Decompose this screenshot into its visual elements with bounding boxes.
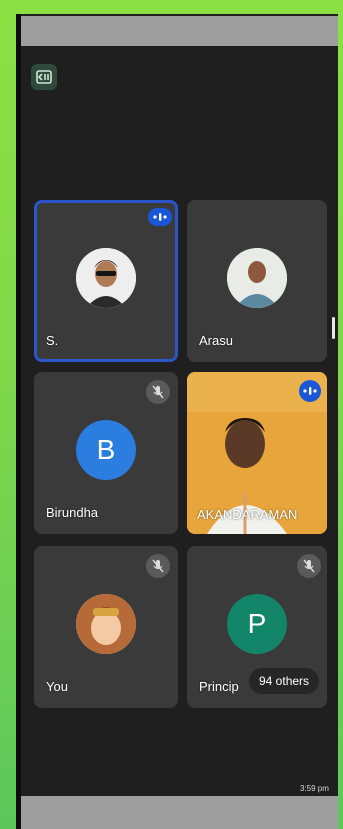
participant-name: S.: [46, 333, 59, 348]
participant-name: Arasu: [199, 333, 233, 348]
muted-indicator: [146, 554, 170, 578]
screen-edge: [16, 14, 21, 829]
participant-name: AKANDARAMAN: [197, 507, 298, 522]
muted-indicator: [146, 380, 170, 404]
speaking-indicator: [148, 208, 172, 226]
switch-layout-button[interactable]: [31, 64, 57, 90]
speaking-indicator: [299, 380, 321, 402]
participant-tile-akandaraman[interactable]: AKANDARAMAN: [187, 372, 327, 534]
mic-off-icon: [152, 559, 164, 573]
avatar: [76, 594, 136, 654]
avatar: [76, 248, 136, 308]
layout-icon: [36, 70, 52, 84]
scrollbar[interactable]: [332, 317, 335, 339]
clock: 3:59 pm: [300, 784, 329, 793]
participant-name: Birundha: [46, 505, 99, 520]
bottom-bar: [21, 796, 338, 829]
audio-wave-icon: [153, 213, 167, 221]
mic-off-icon: [303, 559, 315, 573]
avatar: B: [76, 420, 136, 480]
participant-tile-princip[interactable]: P Princip 94 others: [187, 546, 327, 708]
participant-tile-s[interactable]: S.: [34, 200, 178, 362]
phone-screen: S. Arasu B Birundha AKANDARAMAN You P Pr…: [16, 14, 338, 829]
audio-wave-icon: [303, 387, 317, 395]
participant-tile-arasu[interactable]: Arasu: [187, 200, 327, 362]
participant-name: Princip: [199, 679, 239, 694]
avatar: [227, 248, 287, 308]
top-bar: [21, 16, 338, 46]
participant-tile-birundha[interactable]: B Birundha: [34, 372, 178, 534]
participant-name: You: [46, 679, 68, 694]
muted-indicator: [297, 554, 321, 578]
avatar: P: [227, 594, 287, 654]
mic-off-icon: [152, 385, 164, 399]
others-button[interactable]: 94 others: [249, 668, 320, 694]
participant-tile-you[interactable]: You: [34, 546, 178, 708]
